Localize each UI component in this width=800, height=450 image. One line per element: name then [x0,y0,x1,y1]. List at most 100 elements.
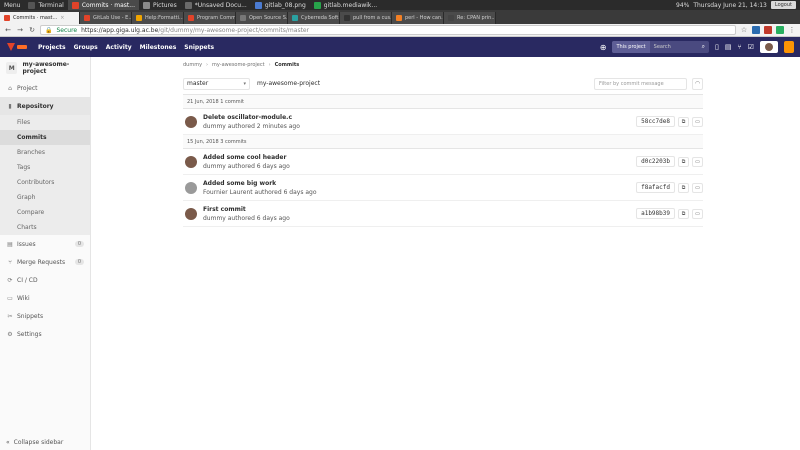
author-avatar[interactable] [185,207,197,220]
commits-page: dummy › my-awesome-project › Commits maste… [183,57,703,227]
browser-tab[interactable]: Program Comm...× [184,12,236,24]
extension-icon[interactable] [776,26,784,34]
copy-sha-icon[interactable]: ⧉ [678,208,689,219]
browser-tab[interactable]: GitLab Use - E...× [80,12,132,24]
commit-title[interactable]: Added some cool header [203,154,636,161]
sidebar-item-settings[interactable]: ⚙ Settings [0,325,90,343]
copy-sha-icon[interactable]: ⧉ [678,182,689,193]
commit-filter-input[interactable]: Filter by commit message [594,77,687,90]
browser-tab[interactable]: Re: CPAN prin...× [444,12,496,24]
taskbar-item[interactable]: gitlab.mediawik... [310,0,381,10]
extension-icon[interactable] [752,26,760,34]
sidebar-item-wiki[interactable]: ▭ Wiki [0,289,90,307]
new-item-plus-icon[interactable]: ⊕ [600,43,607,52]
merge-request-icon[interactable]: ⑂ [738,43,742,51]
reload-icon[interactable]: ↻ [28,26,36,34]
help-icon[interactable] [784,41,794,53]
sidebar-item-issues[interactable]: ▤ Issues 0 [0,235,90,253]
os-menu-button[interactable]: Menu [0,0,24,10]
nav-groups[interactable]: Groups [74,44,98,51]
url-input[interactable]: 🔒 Secure https://app.giga.ulg.ac.be/git/… [40,25,736,35]
breadcrumb-current[interactable]: Commits [275,62,300,68]
browser-tab[interactable]: perl - How can...× [392,12,444,24]
sidebar-item-project[interactable]: ⌂ Project [0,79,90,97]
sidebar-subitem-commits[interactable]: Commits [0,130,90,145]
breadcrumb-project[interactable]: my-awesome-project [212,62,265,68]
nav-projects[interactable]: Projects [38,44,66,51]
back-icon[interactable]: ← [4,26,12,34]
commit-sha[interactable]: d0c2203b [636,156,675,167]
search-scope[interactable]: This project [612,41,650,53]
sidebar-subitem-graph[interactable]: Graph [0,190,90,205]
commit-title[interactable]: Added some big work [203,180,636,187]
taskbar-item[interactable]: *Unsaved Docu... [181,0,251,10]
browser-tab[interactable]: pull from a cus...× [340,12,392,24]
user-avatar[interactable] [760,41,778,53]
search-input[interactable]: Search [650,44,698,50]
browser-tab[interactable]: Cyberreda Soft...× [288,12,340,24]
author-avatar[interactable] [185,115,197,128]
collapse-sidebar-button[interactable]: «Collapse sidebar [6,439,63,446]
commit-sha[interactable]: f8afacfd [636,182,675,193]
todo-icon[interactable]: ▯ [715,43,719,51]
secure-label: Secure [56,26,78,34]
search-icon: ⌕ [701,43,706,50]
bookmark-star-icon[interactable]: ☆ [740,26,748,34]
tab-favicon-icon [4,15,10,21]
sidebar-subitem-contributors[interactable]: Contributors [0,175,90,190]
browser-menu-icon[interactable]: ⋮ [788,26,796,34]
search-box[interactable]: This project Search ⌕ [612,41,710,53]
taskbar-item[interactable]: Pictures [139,0,181,10]
browse-files-icon[interactable]: ▭ [692,208,703,219]
sidebar-subitem-charts[interactable]: Charts [0,220,90,235]
sidebar-subitem-tags[interactable]: Tags [0,160,90,175]
commit-day-header: 21 Jun, 2018 1 commit [183,95,703,109]
tab-close-icon[interactable]: × [60,15,64,21]
issues-icon[interactable]: ▤ [725,43,732,51]
sidebar-subitem-compare[interactable]: Compare [0,205,90,220]
tab-favicon-icon [344,15,350,21]
commit-title[interactable]: First commit [203,206,636,213]
forward-icon[interactable]: → [16,26,24,34]
browse-files-icon[interactable]: ▭ [692,116,703,127]
branch-select[interactable]: master ▾ [183,77,250,90]
commit-sha[interactable]: a1b98b39 [636,208,675,219]
browser-tab[interactable]: Commits · mast... × [0,12,80,24]
commits-toolbar: master ▾ my-awesome-project Filter by com… [183,73,703,95]
author-avatar[interactable] [185,155,197,168]
sidebar-item-repository[interactable]: ▮ Repository [0,97,90,115]
sidebar-item-snippets[interactable]: ✂ Snippets [0,307,90,325]
browser-tab-label: Cyberreda Soft... [301,15,340,21]
commit-title[interactable]: Delete oscillator-module.c [203,114,636,121]
copy-sha-icon[interactable]: ⧉ [678,116,689,127]
rss-feed-icon[interactable]: ◠ [692,77,703,90]
sidebar-subitem-branches[interactable]: Branches [0,145,90,160]
copy-sha-icon[interactable]: ⧉ [678,156,689,167]
sidebar-item-ci-cd[interactable]: ⟳ CI / CD [0,271,90,289]
gitlab-logo[interactable] [6,42,30,52]
nav-milestones[interactable]: Milestones [140,44,177,51]
project-header[interactable]: M my-awesome-project [0,57,90,79]
author-avatar[interactable] [185,181,197,194]
sidebar-subitem-files[interactable]: Files [0,115,90,130]
commit-sha[interactable]: 58cc7de8 [636,116,675,127]
browser-tab[interactable]: Open Source S...× [236,12,288,24]
breadcrumb-group[interactable]: dummy [183,62,202,68]
browse-files-icon[interactable]: ▭ [692,156,703,167]
sidebar-item-merge-requests[interactable]: ⑂ Merge Requests 0 [0,253,90,271]
project-sidebar: M my-awesome-project ⌂ Project ▮ Repositor… [0,57,91,450]
logout-button[interactable]: Logout [770,1,796,9]
commit-row: Added some cool header dummy authored 6 d… [183,149,703,175]
browse-files-icon[interactable]: ▭ [692,182,703,193]
taskbar-item[interactable]: Terminal [24,0,67,10]
taskbar-item[interactable]: gitlab_08.png [251,0,310,10]
nav-snippets[interactable]: Snippets [184,44,214,51]
extension-icon[interactable] [764,26,772,34]
url-path: /git/dummy/my-awesome-project/commits/ma… [158,26,310,34]
todos-check-icon[interactable]: ☑ [748,43,754,51]
scissors-icon: ✂ [7,312,13,320]
nav-activity[interactable]: Activity [106,44,132,51]
browser-tab[interactable]: Help:Formatti...× [132,12,184,24]
taskbar-item[interactable]: Commits · mast... [67,0,139,10]
battery-level: 94% [676,1,690,9]
